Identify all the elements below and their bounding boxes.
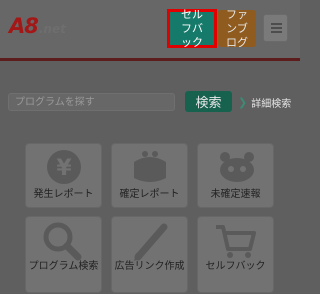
cart-icon bbox=[216, 225, 256, 258]
tile-label: 広告リンク作成 bbox=[114, 261, 185, 272]
hamburger-menu-icon[interactable] bbox=[263, 14, 288, 42]
magnifier-icon bbox=[43, 222, 82, 261]
tile-unconfirmed-flash[interactable]: 未確定速報 bbox=[197, 143, 274, 208]
tile-program-search[interactable]: プログラム検索 bbox=[25, 216, 102, 293]
svg-text:¥: ¥ bbox=[56, 156, 72, 181]
pencil-icon bbox=[134, 223, 168, 261]
detail-search-label: 詳細検索 bbox=[251, 98, 292, 110]
search-button-label: 検索 bbox=[195, 96, 222, 111]
detail-search-link[interactable]: ❯ 詳細検索 bbox=[238, 93, 291, 111]
selfback-button[interactable]: セルフバック bbox=[167, 7, 217, 49]
chevron-right-icon: ❯ bbox=[238, 95, 248, 109]
a8-logo[interactable]: A8 .net bbox=[9, 14, 66, 42]
tile-ad-link-create[interactable]: 広告リンク作成 bbox=[111, 216, 188, 293]
tile-label: 未確定速報 bbox=[210, 189, 261, 200]
selfback-button-label: セルフバック bbox=[181, 7, 203, 49]
fanblog-button[interactable]: ファンブログ bbox=[218, 7, 256, 49]
tile-occurrence-report[interactable]: ¥ 発生レポート bbox=[25, 143, 102, 208]
tile-selfback[interactable]: セルフバック bbox=[197, 216, 274, 293]
tile-label: セルフバック bbox=[205, 261, 266, 272]
tile-label: プログラム検索 bbox=[28, 261, 99, 272]
tile-label: 確定レポート bbox=[119, 189, 180, 200]
search-input[interactable] bbox=[8, 93, 175, 111]
tile-label: 発生レポート bbox=[33, 189, 94, 200]
logo-sub: .net bbox=[38, 22, 66, 36]
fanblog-button-label: ファンブログ bbox=[226, 7, 248, 49]
logo-main: A8 bbox=[9, 14, 39, 38]
tile-confirmed-report[interactable]: 確定レポート bbox=[111, 143, 188, 208]
search-button[interactable]: 検索 bbox=[185, 91, 232, 112]
header-divider bbox=[0, 58, 300, 61]
header: A8 .net セルフバック ファンブログ bbox=[0, 0, 300, 58]
